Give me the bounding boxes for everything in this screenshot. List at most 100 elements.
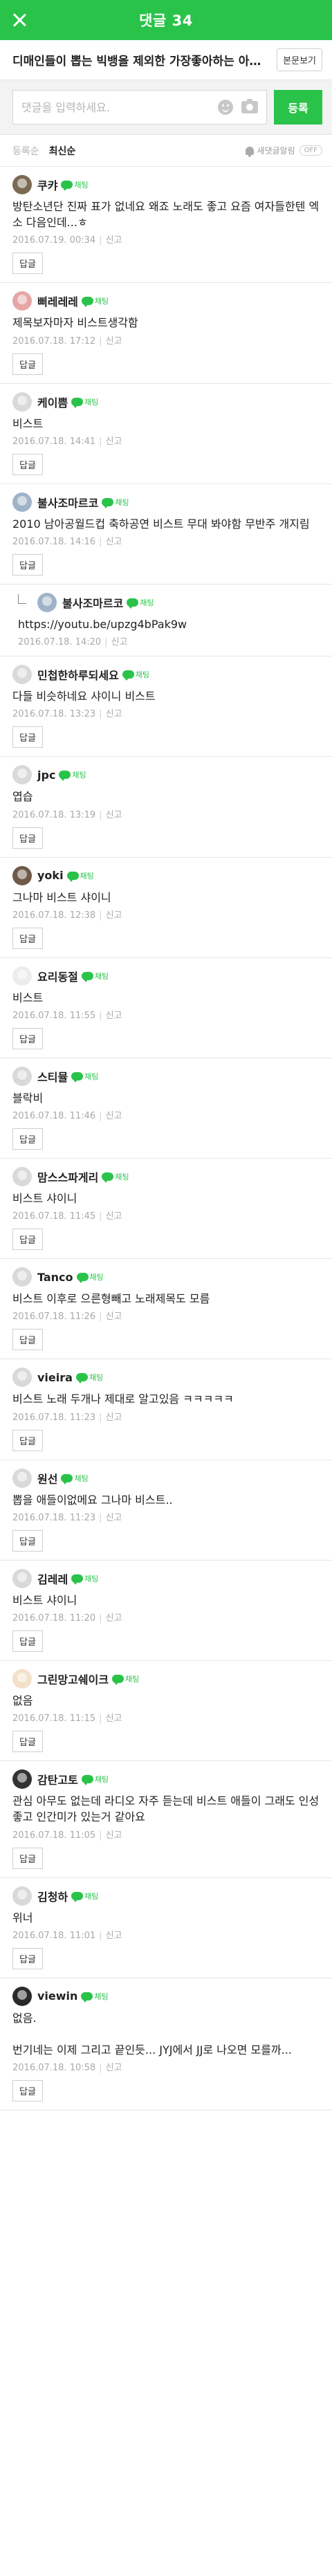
comment-nickname[interactable]: 김청하 — [37, 1888, 68, 1904]
reply-button[interactable]: 답글 — [12, 553, 43, 576]
chat-badge[interactable]: 채팅 — [112, 1673, 139, 1685]
chat-badge[interactable]: 채팅 — [81, 1991, 109, 2003]
chat-badge[interactable]: 채팅 — [61, 179, 89, 191]
chat-badge[interactable]: 채팅 — [66, 870, 94, 882]
report-link[interactable]: 신고 — [106, 1613, 122, 1623]
comment-nickname[interactable]: yoki — [37, 869, 64, 882]
new-comment-notify[interactable]: 새댓글알림 OFF — [246, 145, 322, 157]
chat-badge[interactable]: 채팅 — [81, 970, 109, 982]
notify-toggle[interactable]: OFF — [299, 145, 322, 156]
report-link[interactable]: 신고 — [106, 1413, 122, 1423]
report-link[interactable]: 신고 — [106, 1513, 122, 1523]
view-article-button[interactable]: 본문보기 — [277, 48, 322, 71]
comment-nickname[interactable]: 스티뮬 — [37, 1068, 68, 1085]
avatar[interactable] — [12, 1986, 32, 2006]
chat-badge[interactable]: 채팅 — [127, 597, 154, 609]
avatar[interactable] — [12, 1769, 32, 1790]
report-link[interactable]: 신고 — [106, 537, 122, 547]
avatar[interactable] — [12, 865, 32, 885]
report-link[interactable]: 신고 — [106, 235, 122, 246]
report-link[interactable]: 신고 — [106, 1312, 122, 1322]
report-link[interactable]: 신고 — [106, 2063, 122, 2073]
chat-badge[interactable]: 채팅 — [102, 1171, 129, 1184]
avatar[interactable] — [12, 492, 32, 512]
comment-input[interactable] — [21, 100, 214, 114]
comment-nickname[interactable]: 원선 — [37, 1470, 57, 1487]
report-link[interactable]: 신고 — [106, 910, 122, 921]
report-link[interactable]: 신고 — [106, 1931, 122, 1941]
reply-button[interactable]: 답글 — [12, 252, 43, 275]
reply-button[interactable]: 답글 — [12, 1529, 43, 1552]
avatar[interactable] — [12, 175, 32, 194]
chat-badge[interactable]: 채팅 — [75, 1372, 103, 1384]
reply-button[interactable]: 답글 — [12, 1947, 43, 1969]
sort-latest[interactable]: 최신순 — [49, 144, 76, 158]
chat-badge[interactable]: 채팅 — [71, 1573, 98, 1585]
avatar[interactable] — [12, 1066, 32, 1086]
avatar[interactable] — [12, 392, 32, 412]
emoji-icon[interactable] — [218, 100, 233, 115]
report-link[interactable]: 신고 — [106, 709, 122, 719]
comment-nickname[interactable]: 요리동절 — [37, 968, 78, 984]
chat-badge[interactable]: 채팅 — [81, 1774, 109, 1786]
report-link[interactable]: 신고 — [106, 1011, 122, 1021]
avatar[interactable] — [37, 592, 57, 612]
reply-button[interactable]: 답글 — [12, 353, 43, 375]
report-link[interactable]: 신고 — [106, 810, 122, 820]
avatar[interactable] — [12, 765, 32, 785]
camera-icon[interactable] — [241, 99, 258, 113]
avatar[interactable] — [12, 1568, 32, 1588]
comment-nickname[interactable]: 불사조마르코 — [62, 594, 123, 611]
comment-nickname[interactable]: 그린망고쉐이크 — [37, 1671, 109, 1687]
avatar[interactable] — [12, 665, 32, 685]
comment-nickname[interactable]: 감탄고토 — [37, 1771, 78, 1787]
comment-nickname[interactable]: 불사조마르코 — [37, 494, 98, 510]
reply-button[interactable]: 답글 — [12, 726, 43, 748]
comment-nickname[interactable]: 쿠캬 — [37, 176, 57, 193]
reply-button[interactable]: 답글 — [12, 1731, 43, 1753]
comment-nickname[interactable]: 삐레레레 — [37, 293, 78, 309]
chat-badge[interactable]: 채팅 — [102, 497, 129, 508]
report-link[interactable]: 신고 — [106, 336, 122, 347]
comment-nickname[interactable]: Tanco — [37, 1271, 73, 1284]
close-icon[interactable] — [10, 10, 29, 30]
reply-button[interactable]: 답글 — [12, 1429, 43, 1451]
comment-nickname[interactable]: jpc — [37, 769, 55, 782]
submit-button[interactable]: 등록 — [274, 90, 322, 125]
report-link[interactable]: 신고 — [106, 1830, 122, 1841]
avatar[interactable] — [12, 1669, 32, 1689]
report-link[interactable]: 신고 — [111, 637, 128, 647]
reply-button[interactable]: 답글 — [12, 1229, 43, 1251]
chat-badge[interactable]: 채팅 — [81, 295, 109, 308]
reply-button[interactable]: 답글 — [12, 1128, 43, 1150]
chat-badge[interactable]: 채팅 — [71, 1071, 98, 1083]
avatar[interactable] — [12, 1468, 32, 1488]
avatar[interactable] — [12, 291, 32, 311]
avatar[interactable] — [12, 966, 32, 986]
comment-nickname[interactable]: 맘스스파게리 — [37, 1168, 98, 1185]
report-link[interactable]: 신고 — [106, 1713, 122, 1724]
sort-registered[interactable]: 등록순 — [12, 144, 39, 158]
reply-button[interactable]: 답글 — [12, 2080, 43, 2102]
avatar[interactable] — [12, 1167, 32, 1187]
reply-button[interactable]: 답글 — [12, 1329, 43, 1351]
chat-badge[interactable]: 채팅 — [71, 1890, 98, 1902]
report-link[interactable]: 신고 — [106, 1111, 122, 1121]
comment-nickname[interactable]: vieira — [37, 1371, 73, 1384]
comment-nickname[interactable]: 민첩한하루되세요 — [37, 666, 119, 683]
avatar[interactable] — [12, 1267, 32, 1287]
avatar[interactable] — [12, 1368, 32, 1388]
chat-badge[interactable]: 채팅 — [122, 669, 149, 681]
comment-nickname[interactable]: viewin — [37, 1989, 77, 2003]
report-link[interactable]: 신고 — [106, 436, 122, 447]
comment-nickname[interactable]: 김레레 — [37, 1570, 68, 1587]
chat-badge[interactable]: 채팅 — [76, 1271, 104, 1284]
reply-button[interactable]: 답글 — [12, 927, 43, 949]
comment-nickname[interactable]: 케이쁨 — [37, 394, 68, 410]
reply-button[interactable]: 답글 — [12, 1027, 43, 1049]
reply-button[interactable]: 답글 — [12, 1630, 43, 1652]
report-link[interactable]: 신고 — [106, 1211, 122, 1222]
reply-button[interactable]: 답글 — [12, 1847, 43, 1869]
reply-button[interactable]: 답글 — [12, 827, 43, 849]
chat-badge[interactable]: 채팅 — [59, 769, 86, 782]
